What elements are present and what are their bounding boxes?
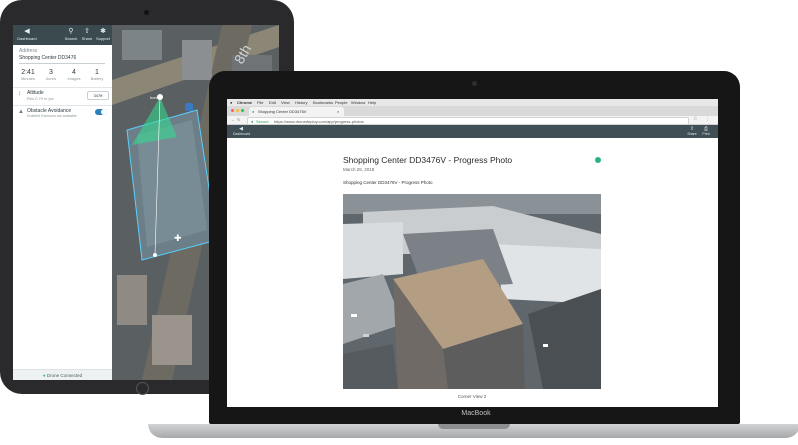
page-title: Shopping Center DD3476V - Progress Photo <box>343 155 513 165</box>
stat-value: 3 <box>49 69 53 76</box>
panel-topbar: ◀ Dashboard ⚲ Search ⇧ Share ✱ Support <box>13 25 112 45</box>
back-nav-icon[interactable]: ← <box>231 117 235 122</box>
stat-battery: 1 Battery <box>86 69 108 81</box>
os-menubar: ● Chrome File Edit View History Bookmark… <box>227 99 718 106</box>
browser-tabbar: ● Shopping Center DD3476V × <box>227 106 718 116</box>
support-label: Support <box>95 36 110 41</box>
divider <box>13 105 112 106</box>
flight-panel: ◀ Dashboard ⚲ Search ⇧ Share ✱ Support A… <box>13 25 112 380</box>
menu-view[interactable]: View <box>281 100 290 105</box>
apple-icon[interactable]: ● <box>230 100 232 105</box>
macbook-camera <box>472 81 477 86</box>
lock-icon: ● <box>251 119 254 124</box>
menu-bookmarks[interactable]: Bookmarks <box>313 100 333 105</box>
stat-label: Images <box>67 76 81 81</box>
search-label: Search <box>64 36 78 41</box>
macbook-brand-label: MacBook <box>461 410 491 417</box>
stat-value: 1 <box>95 69 99 76</box>
address-label: Address <box>19 48 38 54</box>
menu-file[interactable]: File <box>257 100 263 105</box>
star-icon[interactable]: ☆ <box>693 116 697 122</box>
altitude-input[interactable]: 347ft <box>87 91 109 100</box>
browser-toolbar: ← ↻ ● Secure https://www.dronedeploy.com… <box>227 116 718 125</box>
dashboard-back-button[interactable]: ◀ Dashboard <box>233 126 251 136</box>
address-field[interactable]: Shopping Center DD3476 <box>19 55 105 64</box>
secure-label: Secure <box>256 119 269 124</box>
stat-value: 4 <box>72 69 76 76</box>
altitude-resolution: Res 0.79 in /px <box>27 96 54 101</box>
back-label: Dashboard <box>233 132 251 136</box>
print-label: Print <box>702 132 710 136</box>
support-icon: ✱ <box>100 28 106 35</box>
browser-tab[interactable]: ● Shopping Center DD3476V × <box>249 107 344 116</box>
aerial-photo <box>343 194 601 389</box>
search-button[interactable]: ⚲ Search <box>63 27 79 41</box>
search-icon: ⚲ <box>68 28 74 35</box>
photo-caption: Corner View 2 <box>457 394 487 399</box>
obstacle-icon: ▲ <box>18 109 24 115</box>
altitude-icon: ↕ <box>18 91 21 97</box>
obstacle-sublabel: Enabled if sensors are available <box>27 114 77 118</box>
minimize-window-icon[interactable] <box>236 109 239 112</box>
share-label: Share <box>687 132 697 136</box>
drone-status-bar: ● Drone Connected <box>13 369 112 380</box>
progress-photo[interactable] <box>343 194 601 389</box>
obstacle-toggle[interactable] <box>95 109 107 115</box>
home-marker-label: home <box>150 95 161 100</box>
stat-value: 2:41 <box>21 69 35 76</box>
share-label: Share <box>81 36 93 41</box>
address-bar[interactable]: ● Secure https://www.dronedeploy.com/app… <box>247 117 689 125</box>
close-tab-icon[interactable]: × <box>337 109 339 114</box>
tab-title: Shopping Center DD3476V <box>258 109 307 114</box>
status-dot-icon <box>595 157 601 163</box>
divider <box>13 87 112 88</box>
menu-help[interactable]: Help <box>368 100 376 105</box>
app-menu[interactable]: Chrome <box>237 100 252 105</box>
favicon-icon: ● <box>252 109 255 114</box>
move-handle-icon[interactable]: ✚ <box>174 233 182 244</box>
ipad-camera <box>144 10 149 15</box>
maximize-window-icon[interactable] <box>241 109 244 112</box>
status-dot-icon: ● <box>42 373 46 378</box>
stat-label: Battery <box>90 76 104 81</box>
url-text: https://www.dronedeploy.com/app/progress… <box>274 119 364 124</box>
page-date: March 28, 2018 <box>343 167 375 172</box>
menu-history[interactable]: History <box>295 100 307 105</box>
progress-photo-page: Shopping Center DD3476V - Progress Photo… <box>227 138 718 407</box>
macbook-notch <box>438 424 510 429</box>
stat-acres: 3 Acres <box>40 69 62 81</box>
browser-menu-icon[interactable]: ⋮ <box>705 116 710 122</box>
macbook-screen: ● Chrome File Edit View History Bookmark… <box>227 99 718 407</box>
share-button[interactable]: ⇧ Share <box>686 126 698 136</box>
close-window-icon[interactable] <box>231 109 234 112</box>
menu-window[interactable]: Window <box>351 100 365 105</box>
support-button[interactable]: ✱ Support <box>95 27 111 41</box>
reload-icon[interactable]: ↻ <box>237 117 240 122</box>
print-button[interactable]: ⎙ Print <box>700 126 712 136</box>
stat-label: Acres <box>45 76 57 81</box>
stat-label: Minutes <box>20 76 35 81</box>
share-button[interactable]: ⇧ Share <box>79 27 95 41</box>
stat-minutes: 2:41 Minutes <box>17 69 39 81</box>
ipad-home-button[interactable] <box>136 382 149 395</box>
drone-status-text: Drone Connected <box>46 373 83 378</box>
back-label: Dashboard <box>17 36 37 41</box>
stat-images: 4 Images <box>63 69 85 81</box>
share-icon: ⇧ <box>84 28 90 35</box>
page-subtitle: Shopping Center DD3476V - Progress Photo <box>343 180 433 185</box>
menu-edit[interactable]: Edit <box>269 100 276 105</box>
toggle-knob <box>101 109 107 115</box>
menu-people[interactable]: People <box>335 100 347 105</box>
back-arrow-icon: ◀ <box>24 28 30 35</box>
dashboard-back-button[interactable]: ◀ Dashboard <box>17 27 37 41</box>
app-header: ◀ Dashboard ⇧ Share ⎙ Print <box>227 125 718 138</box>
